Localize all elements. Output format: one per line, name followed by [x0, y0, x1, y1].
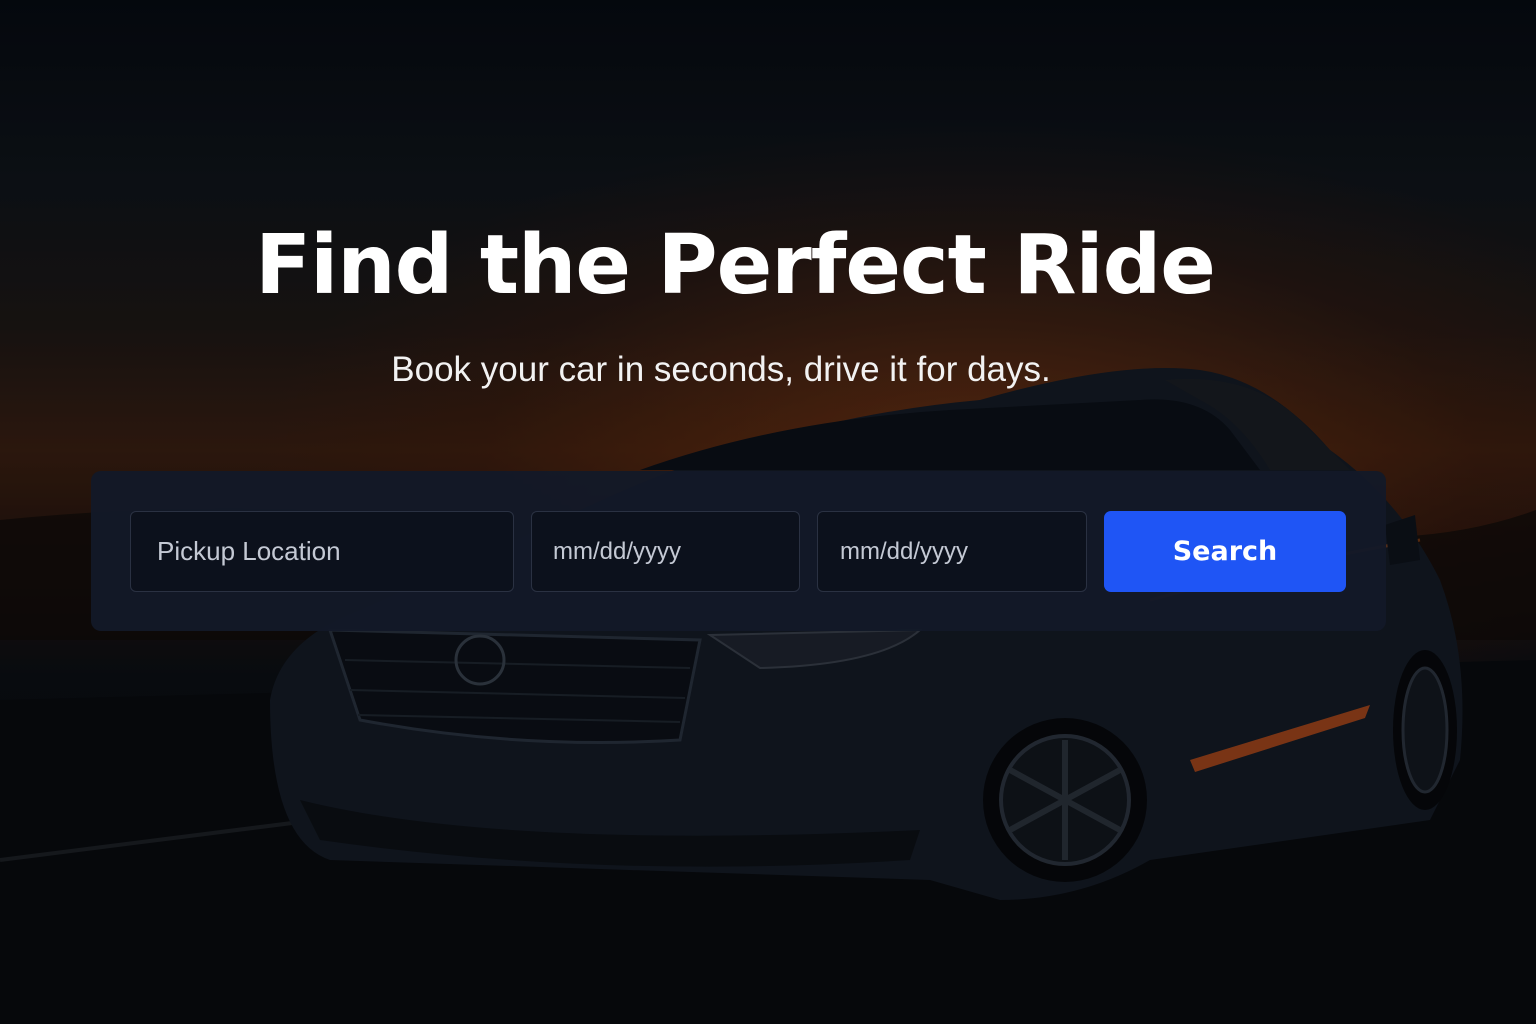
- search-button[interactable]: Search: [1104, 511, 1346, 592]
- return-date-input[interactable]: [817, 511, 1087, 592]
- hero-section: Find the Perfect Ride Book your car in s…: [0, 0, 1536, 1024]
- page-subtitle: Book your car in seconds, drive it for d…: [391, 350, 1051, 389]
- pickup-date-input[interactable]: [531, 511, 800, 592]
- booking-search-panel: Search: [91, 471, 1386, 631]
- page-title: Find the Perfect Ride: [255, 218, 1216, 313]
- pickup-location-input[interactable]: [130, 511, 514, 592]
